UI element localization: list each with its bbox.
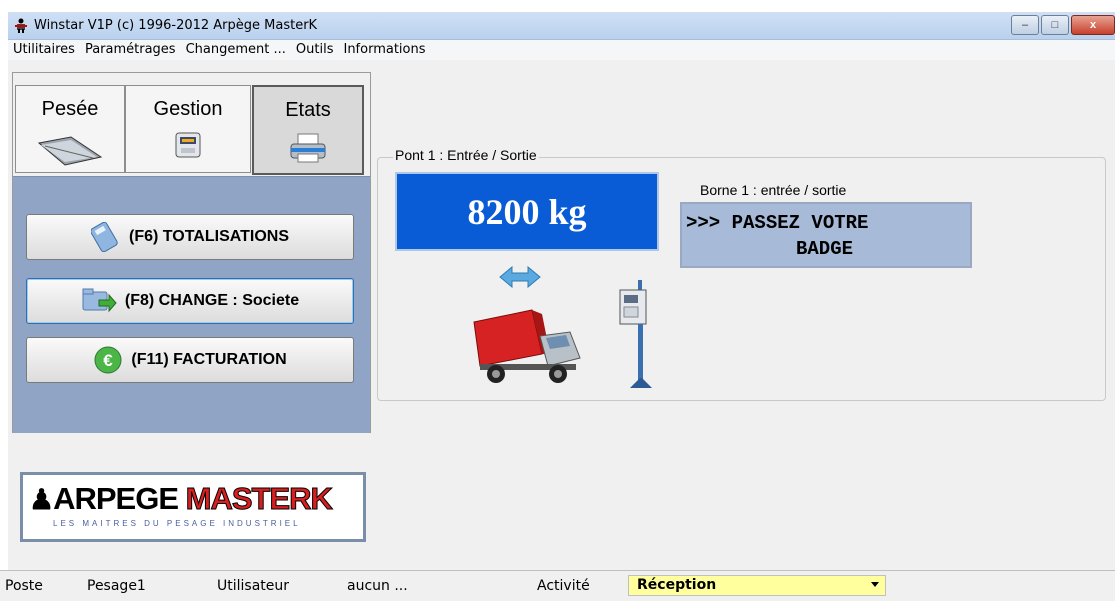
title-bar: Winstar V1P (c) 1996-2012 Arpège MasterK…	[8, 12, 1115, 40]
button-label: (F11) FACTURATION	[131, 351, 287, 368]
button-label: (F8) CHANGE : Societe	[124, 292, 300, 309]
button-label: (F6) TOTALISATIONS	[129, 228, 289, 245]
pont-label: Pont 1 : Entrée / Sortie	[393, 147, 539, 163]
facturation-button[interactable]: € (F11) FACTURATION	[26, 337, 354, 383]
menu-changement[interactable]: Changement ...	[181, 40, 291, 60]
tab-label: Etats	[285, 99, 331, 121]
logo-tagline: LES MAITRES DU PESAGE INDUSTRIEL	[53, 519, 301, 528]
logo-main-text: ♟ARPEGE MASTERK	[29, 481, 333, 517]
actions-panel: (F6) TOTALISATIONS (F8) CHANGE : Societe…	[13, 176, 370, 433]
menu-parametrages[interactable]: Paramétrages	[80, 40, 181, 60]
borne-label: Borne 1 : entrée / sortie	[700, 182, 847, 198]
tab-gestion[interactable]: Gestion	[125, 85, 251, 173]
tab-label: Pesée	[41, 98, 99, 120]
borne-terminal-icon	[619, 280, 652, 388]
change-societe-button[interactable]: (F8) CHANGE : Societe	[26, 278, 354, 324]
printer-icon	[290, 133, 326, 163]
scale-platform-icon	[37, 136, 103, 166]
minimize-button[interactable]: –	[1011, 15, 1039, 35]
borne-display: >>> PASSEZ VOTRE BADGE	[680, 202, 972, 268]
window-controls: – □ x	[1009, 15, 1115, 35]
calculator-icon	[91, 222, 118, 252]
truck-icon	[473, 309, 581, 383]
status-bar: Poste Pesage1 Utilisateur aucun ... Acti…	[0, 570, 1115, 601]
tab-pesee[interactable]: Pesée	[15, 85, 125, 173]
tab-etats[interactable]: Etats	[252, 85, 364, 175]
activity-select[interactable]: Réception	[628, 575, 886, 596]
user-value: aucun ...	[347, 578, 408, 594]
borne-line2: BADGE	[796, 238, 854, 260]
arpege-masterk-logo: ♟ARPEGE MASTERK LES MAITRES DU PESAGE IN…	[20, 472, 366, 542]
svg-text:€: €	[104, 351, 114, 370]
maximize-button[interactable]: □	[1041, 15, 1069, 35]
weight-display: 8200 kg	[395, 172, 659, 251]
activity-value: Réception	[637, 577, 717, 593]
euro-icon: €	[94, 346, 122, 374]
terminal-icon	[175, 132, 201, 158]
left-panel: Pesée Gestion Etats (F6) TOTALISATIONS (…	[12, 72, 371, 433]
bidirectional-arrow-icon	[499, 266, 541, 288]
poste-label: Poste	[5, 578, 43, 594]
poste-value: Pesage1	[87, 578, 146, 594]
app-icon	[15, 18, 27, 33]
menu-outils[interactable]: Outils	[291, 40, 339, 60]
menu-informations[interactable]: Informations	[338, 40, 430, 60]
window-title: Winstar V1P (c) 1996-2012 Arpège MasterK	[34, 18, 318, 33]
totalisations-button[interactable]: (F6) TOTALISATIONS	[26, 214, 354, 260]
borne-line1: >>> PASSEZ VOTRE	[686, 212, 869, 234]
menu-bar: Utilitaires Paramétrages Changement ... …	[8, 40, 1115, 60]
user-label: Utilisateur	[217, 578, 290, 594]
close-button[interactable]: x	[1071, 15, 1115, 35]
folder-arrow-icon	[82, 288, 117, 313]
activity-label: Activité	[537, 578, 590, 594]
menu-utilitaires[interactable]: Utilitaires	[8, 40, 80, 60]
chevron-down-icon[interactable]	[871, 582, 879, 587]
tab-label: Gestion	[153, 98, 223, 120]
